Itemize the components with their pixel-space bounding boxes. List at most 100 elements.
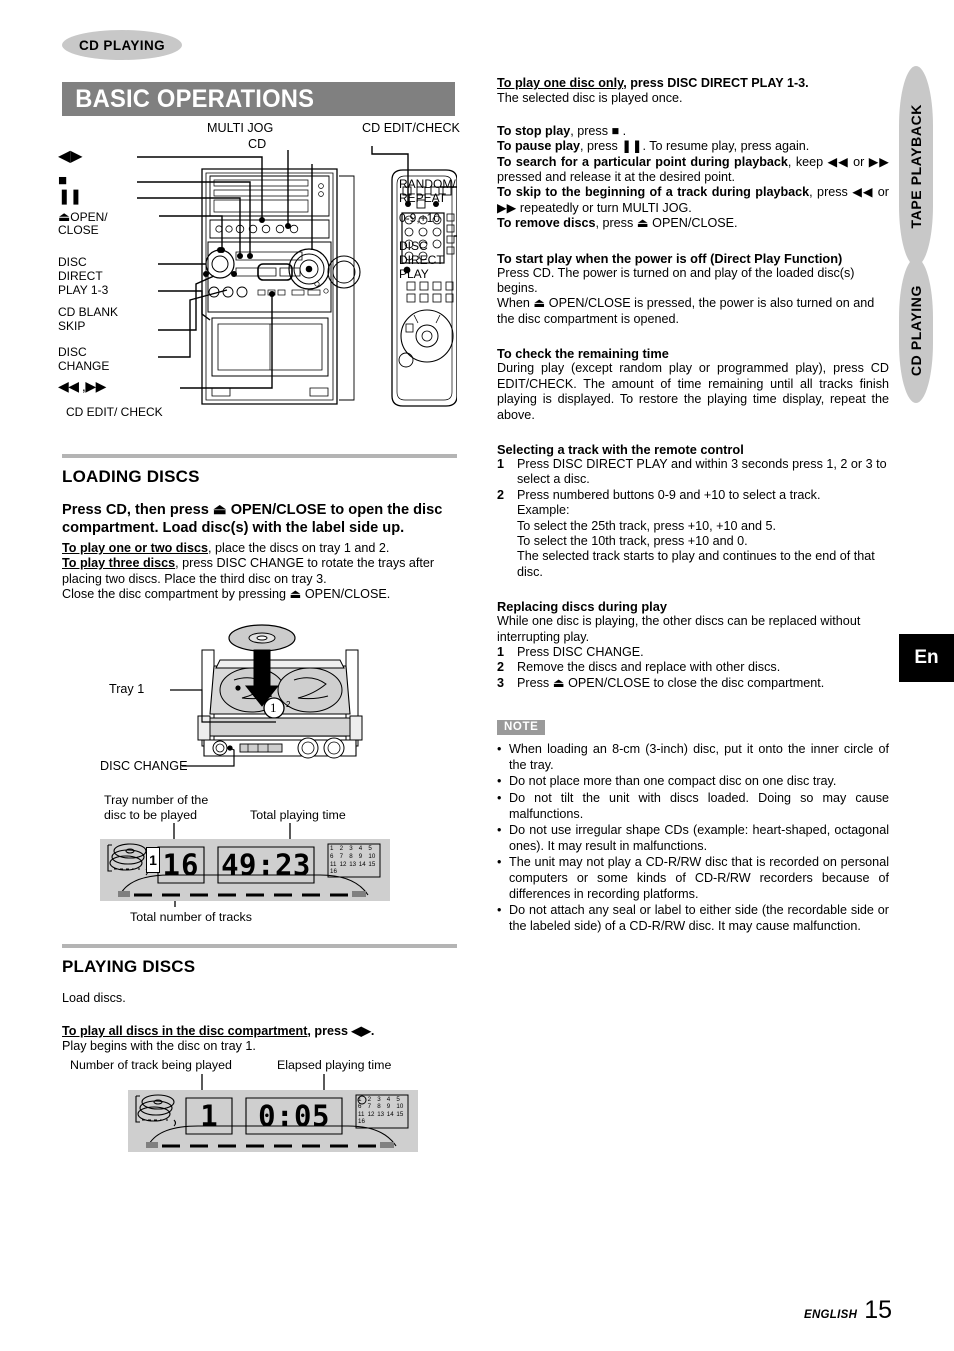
op-pause-rest: , press ❚❚. To resume play, press again. — [580, 139, 810, 154]
label-skip-icons: ◀◀ ,▶▶ — [58, 378, 106, 394]
label-disc-direct-play-3: PLAY 1-3 — [58, 283, 109, 297]
section-playing-discs: PLAYING DISCS — [62, 944, 457, 977]
op-stop: To stop play, press ■ . — [497, 124, 889, 139]
step-number: 2 — [497, 487, 505, 502]
side-tab-tape-playback-label: TAPE PLAYBACK — [908, 103, 924, 229]
note-list: • When loading an 8-cm (3-inch) disc, put… — [497, 742, 889, 934]
track-cell: 11 — [358, 1110, 365, 1118]
playing-all-discs-rest: , press ◀▶. — [307, 1023, 375, 1038]
note-text: Do not place more than one compact disc … — [509, 774, 837, 789]
side-tab-cd-playing-label: CD PLAYING — [908, 284, 924, 377]
track-cell: 1 — [330, 845, 334, 853]
label-open-close-2: CLOSE — [58, 223, 99, 237]
step-text: Press ⏏ OPEN/CLOSE to close the disc com… — [517, 675, 825, 690]
bullet-icon: • — [497, 790, 502, 805]
label-remote-ddp-1: DISC — [399, 239, 428, 253]
note-item: • Do not tilt the unit with discs loaded.… — [497, 791, 889, 822]
step-text: Press DISC DIRECT PLAY and within 3 seco… — [517, 456, 887, 487]
note-text: Do not use irregular shape CDs (example:… — [509, 823, 889, 853]
tray-number-marker-2: 2 — [286, 700, 291, 710]
bullet-icon: • — [497, 742, 502, 757]
note-item: • The unit may not play a CD-R/RW disc th… — [497, 855, 889, 902]
step-number: 1 — [497, 456, 505, 471]
remaining-time-heading: To check the remaining time — [497, 346, 669, 362]
left-column: ◀▶ ■ ❚❚ ⏏OPEN/ CLOSE DISC DIRECT PLAY 1-… — [58, 121, 460, 1163]
track-cell: 12 — [339, 860, 347, 868]
op-pause-lead: To pause play — [497, 139, 581, 154]
note-text: When loading an 8-cm (3-inch) disc, put … — [509, 742, 889, 772]
note-item: • When loading an 8-cm (3-inch) disc, put… — [497, 742, 889, 773]
track-cell: 10 — [368, 853, 376, 861]
label-stop-icon: ■ — [58, 172, 68, 189]
op-search-lead: To search for a particular point during … — [497, 154, 788, 169]
label-disc-direct-play-2: DIRECT — [58, 269, 103, 283]
track-cell: 13 — [377, 1110, 385, 1118]
caption-total-number-of-tracks: Total number of tracks — [130, 910, 252, 925]
label-multi-jog: MULTI JOG — [207, 121, 274, 135]
track-cell: 3 — [377, 1095, 381, 1103]
section-rule — [62, 454, 457, 458]
footer-page-number: 15 — [864, 1296, 892, 1324]
bullet-icon: • — [497, 823, 502, 838]
op-stop-lead: To stop play — [497, 123, 571, 138]
label-random-repeat-2: REPEAT — [399, 191, 447, 205]
label-disc-change-1: DISC — [58, 345, 87, 359]
track-cell: 4 — [358, 845, 363, 853]
track-cell: 6 — [358, 1103, 362, 1111]
tray-1-label: Tray 1 — [109, 682, 145, 697]
figure-display-elapsed: Number of track being played Elapsed pla… — [62, 1058, 457, 1163]
label-cd-blank-skip-2: SKIP — [58, 319, 86, 333]
playing-load-line: Load discs. — [62, 991, 126, 1006]
playing-begin-line: Play begins with the disc on tray 1. — [62, 1039, 256, 1054]
bullet-icon: • — [497, 774, 502, 789]
one-disc-line: To play one disc only, press DISC DIRECT… — [497, 76, 889, 91]
track-cell: 8 — [377, 1103, 381, 1111]
track-cell: 1 — [358, 1095, 362, 1103]
note-text: Do not tilt the unit with discs loaded. … — [509, 790, 889, 821]
track-cell: 5 — [396, 1095, 400, 1103]
label-cd-blank-skip-1: CD BLANK — [58, 305, 119, 319]
track-cell: 14 — [386, 1110, 394, 1118]
running-head-cd-playing: CD PLAYING — [62, 30, 182, 60]
track-cell: 7 — [367, 1103, 372, 1111]
replacing-intro: While one disc is playing, the other dis… — [497, 614, 861, 644]
loading-line-1: To play one or two discs, place the disc… — [62, 541, 457, 556]
note-badge: NOTE — [497, 719, 546, 736]
example-line-3: The selected track starts to play and co… — [517, 549, 875, 579]
figure-display-total: Tray number of the disc to be played Tot… — [62, 793, 457, 928]
track-cell: 4 — [386, 1095, 391, 1103]
track-cell: 8 — [349, 853, 353, 861]
track-cell: 11 — [330, 860, 337, 868]
lcd-display-total: 1 16 49:23 1 2 3 4 5 6 7 8 9 10 11 12 13… — [100, 839, 390, 902]
playing-all-discs-lead: To play all discs in the disc compartmen… — [62, 1023, 308, 1038]
section-rule-2 — [62, 944, 457, 949]
note-item: • Do not attach any seal or label to eith… — [497, 903, 889, 934]
lcd-current-track: 1 — [200, 1098, 218, 1133]
track-cell: 9 — [386, 1103, 391, 1111]
step-row: 1 Press DISC CHANGE. — [497, 645, 889, 660]
loading-close-line: Close the disc compartment by pressing ⏏… — [62, 587, 391, 602]
track-cell: 15 — [368, 860, 376, 868]
side-tab-cd-playing[interactable]: CD PLAYING — [899, 258, 933, 403]
selecting-track-heading: Selecting a track with the remote contro… — [497, 441, 744, 457]
loading-discs-heading: LOADING DISCS — [62, 467, 200, 486]
op-skip-lead: To skip to the beginning of a track duri… — [497, 185, 810, 200]
note-item: • Do not place more than one compact disc… — [497, 774, 889, 790]
side-tab-tape-playback[interactable]: TAPE PLAYBACK — [899, 66, 933, 266]
footer-language: ENGLISH — [803, 1309, 858, 1321]
track-cell: 16 — [330, 868, 337, 876]
loading-line-1-lead: To play one or two discs — [62, 540, 209, 555]
right-column: To play one disc only, press DISC DIRECT… — [497, 76, 889, 935]
op-remove: To remove discs, press ⏏ OPEN/CLOSE. — [497, 216, 889, 231]
op-search: To search for a particular point during … — [497, 155, 889, 186]
figure-disc-tray: Tray 1 DISC CHANGE 1 2 — [62, 614, 457, 789]
label-remote-ddp-3: PLAY — [399, 267, 429, 281]
label-open-close-1: OPEN/ — [70, 210, 108, 224]
example-label: Example: — [517, 503, 570, 518]
step-number: 1 — [497, 644, 505, 659]
label-disc-direct-play-1: DISC — [58, 255, 87, 269]
page-title-bar: BASIC OPERATIONS — [62, 82, 455, 116]
label-disc-change-2: CHANGE — [58, 359, 110, 373]
playing-all-discs-line: To play all discs in the disc compartmen… — [62, 1024, 457, 1039]
direct-play-p1: Press CD. The power is turned on and pla… — [497, 265, 855, 296]
